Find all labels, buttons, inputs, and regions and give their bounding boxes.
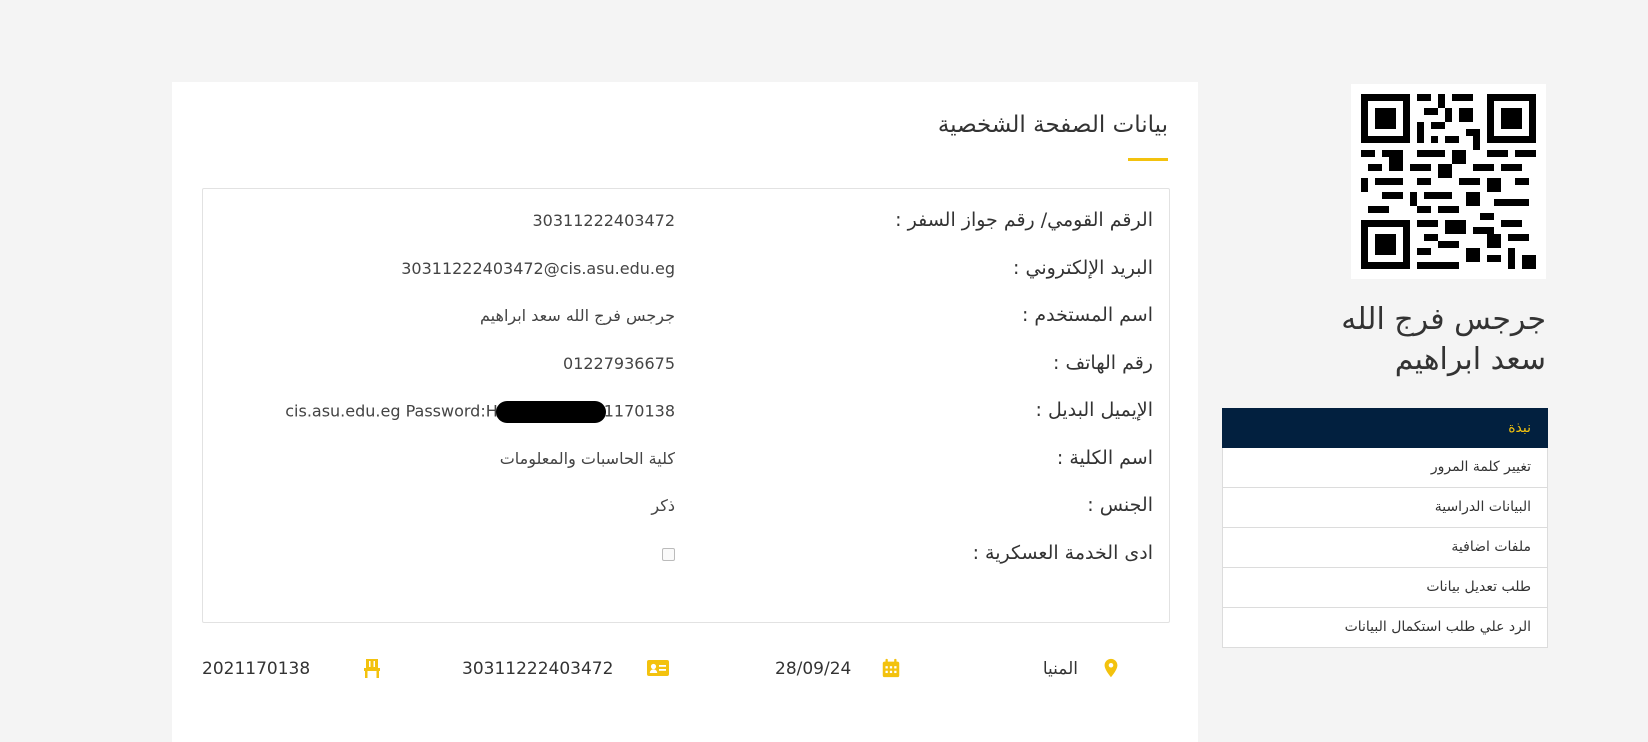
sidebar-item-completion-reply[interactable]: الرد علي طلب استكمال البيانات xyxy=(1222,608,1548,648)
field-phone: رقم الهاتف : 01227936675 xyxy=(203,352,1169,382)
sidebar-item-additional-files[interactable]: ملفات اضافية xyxy=(1222,528,1548,568)
date-text: 28/09/24 xyxy=(775,659,852,679)
qr-code xyxy=(1351,84,1546,279)
alt-email-prefix: cis.asu.edu.eg Password:H xyxy=(285,401,498,421)
sidebar-item-about[interactable]: نبذة xyxy=(1222,408,1548,448)
field-value: جرجس فرج الله سعد ابراهيم xyxy=(480,306,675,325)
profile-info-box: الرقم القومي/ رقم جواز السفر : 303112224… xyxy=(202,188,1170,623)
calendar-icon xyxy=(880,657,902,679)
page-title: بيانات الصفحة الشخصية xyxy=(937,112,1168,138)
id-card-icon xyxy=(646,657,669,679)
field-label: اسم المستخدم : xyxy=(1021,304,1153,326)
sidebar-menu: نبذة تغيير كلمة المرور البيانات الدراسية… xyxy=(1222,408,1548,648)
field-value: 30311222403472@cis.asu.edu.eg xyxy=(401,259,675,278)
stat-student-code: 2021170138 xyxy=(202,657,392,687)
title-underline xyxy=(1128,158,1168,161)
qr-code-image xyxy=(1361,94,1536,269)
stat-location: المنيا xyxy=(1012,657,1132,687)
field-label: الإيميل البديل : xyxy=(1035,399,1153,421)
location-text: المنيا xyxy=(1042,659,1078,679)
field-national-id: الرقم القومي/ رقم جواز السفر : 303112224… xyxy=(203,209,1169,239)
field-username: اسم المستخدم : جرجس فرج الله سعد ابراهيم xyxy=(203,304,1169,334)
alt-email-suffix: 1170138 xyxy=(603,401,675,421)
sidebar-item-label: ملفات اضافية xyxy=(1451,539,1531,555)
field-military-service: ادى الخدمة العسكرية : xyxy=(203,542,1169,572)
field-label: اسم الكلية : xyxy=(1056,447,1153,469)
profile-card: بيانات الصفحة الشخصية الرقم القومي/ رقم … xyxy=(172,82,1198,742)
field-faculty: اسم الكلية : كلية الحاسبات والمعلومات xyxy=(203,447,1169,477)
sidebar-item-label: الرد علي طلب استكمال البيانات xyxy=(1344,619,1531,635)
field-label: الجنس : xyxy=(1087,494,1153,516)
map-pin-icon xyxy=(1100,657,1122,679)
military-service-checkbox[interactable] xyxy=(662,548,675,561)
field-email: البريد الإلكتروني : 30311222403472@cis.a… xyxy=(203,257,1169,287)
sidebar-item-label: طلب تعديل بيانات xyxy=(1426,579,1531,595)
stat-date: 28/09/24 xyxy=(762,657,902,687)
sidebar-item-label: تغيير كلمة المرور xyxy=(1430,459,1531,475)
sidebar-item-label: نبذة xyxy=(1508,420,1531,436)
redaction-mark xyxy=(495,401,606,423)
chair-icon xyxy=(362,657,384,679)
stat-national-id: 30311222403472 xyxy=(462,657,669,687)
field-value: 30311222403472 xyxy=(532,211,675,230)
field-label: الرقم القومي/ رقم جواز السفر : xyxy=(895,209,1153,231)
national-id-text: 30311222403472 xyxy=(462,659,614,679)
field-label: البريد الإلكتروني : xyxy=(1013,257,1153,279)
sidebar-item-academic-data[interactable]: البيانات الدراسية xyxy=(1222,488,1548,528)
student-code-text: 2021170138 xyxy=(202,659,311,679)
field-alt-email: الإيميل البديل : cis.asu.edu.eg Password… xyxy=(203,399,1169,429)
field-value: cis.asu.edu.eg Password:H 1170138 xyxy=(285,401,675,423)
sidebar-item-label: البيانات الدراسية xyxy=(1434,499,1531,515)
field-value: كلية الحاسبات والمعلومات xyxy=(499,449,675,468)
field-label: ادى الخدمة العسكرية : xyxy=(972,542,1153,564)
field-gender: الجنس : ذكر xyxy=(203,494,1169,524)
field-value: 01227936675 xyxy=(563,354,675,373)
field-label: رقم الهاتف : xyxy=(1053,352,1153,374)
field-value: ذكر xyxy=(651,496,675,515)
user-name: جرجس فرج الله سعد ابراهيم xyxy=(1341,302,1546,377)
sidebar-item-edit-request[interactable]: طلب تعديل بيانات xyxy=(1222,568,1548,608)
sidebar-item-change-password[interactable]: تغيير كلمة المرور xyxy=(1222,448,1548,488)
